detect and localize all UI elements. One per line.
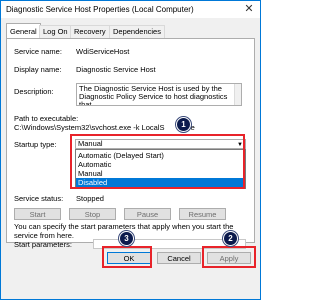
service-name-value: WdiServiceHost: [76, 47, 130, 56]
service-status-label: Service status:: [14, 194, 64, 203]
description-scrollbar[interactable]: [234, 84, 241, 105]
pause-button[interactable]: Pause: [124, 208, 171, 220]
display-name-value: Diagnostic Service Host: [76, 65, 156, 74]
start-params-label: Start parameters:: [14, 240, 72, 249]
description-text: The Diagnostic Service Host is used by t…: [79, 84, 228, 106]
step-badge-3: 3: [119, 231, 134, 246]
title-bar: Diagnostic Service Host Properties (Loca…: [1, 1, 260, 18]
tab-general[interactable]: General: [6, 23, 41, 39]
cancel-button[interactable]: Cancel: [157, 252, 201, 264]
tab-recovery[interactable]: Recovery: [70, 25, 110, 38]
path-label: Path to executable:: [14, 114, 79, 123]
description-label: Description:: [14, 87, 54, 96]
service-status-value: Stopped: [76, 194, 104, 203]
window-title: Diagnostic Service Host Properties (Loca…: [6, 5, 194, 14]
step-badge-1: 1: [176, 117, 191, 132]
display-name-label: Display name:: [14, 65, 62, 74]
close-icon[interactable]: ✕: [243, 3, 255, 15]
ok-highlight-box: [102, 246, 152, 268]
apply-highlight-box: [202, 246, 256, 268]
path-value: C:\Windows\System32\svchost.exe -k Local…: [14, 123, 195, 132]
tab-dependencies[interactable]: Dependencies: [109, 25, 165, 38]
startup-type-label: Startup type:: [14, 140, 57, 149]
service-name-label: Service name:: [14, 47, 62, 56]
start-button[interactable]: Start: [14, 208, 61, 220]
step-badge-2: 2: [223, 231, 238, 246]
startup-highlight-box: [70, 134, 245, 189]
tab-log-on[interactable]: Log On: [39, 25, 72, 38]
description-box[interactable]: The Diagnostic Service Host is used by t…: [76, 83, 242, 106]
stop-button[interactable]: Stop: [69, 208, 116, 220]
path-prefix: C:\Windows\System32\svchost.exe -k Local…: [14, 123, 165, 132]
resume-button[interactable]: Resume: [179, 208, 226, 220]
